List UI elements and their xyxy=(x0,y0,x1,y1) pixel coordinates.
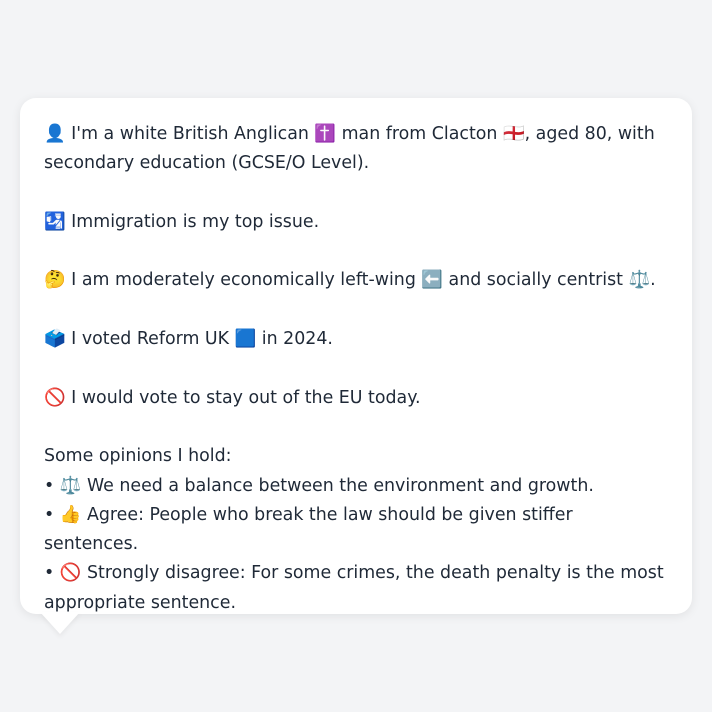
opinion-item: • ⚖️ We need a balance between the envir… xyxy=(44,475,594,496)
past-vote-text: 🗳️ I voted Reform UK 🟦 in 2024. xyxy=(44,329,333,350)
opinions-heading: Some opinions I hold: xyxy=(44,446,232,467)
ideology-text: 🤔 I am moderately economically left-wing… xyxy=(44,270,656,291)
opinion-item: • 🚫 Strongly disagree: For some crimes, … xyxy=(44,563,664,613)
top-issue-text: 🛂 Immigration is my top issue. xyxy=(44,211,320,232)
persona-message-bubble: 👤 I'm a white British Anglican ✝️ man fr… xyxy=(20,98,692,614)
opinion-item: • 👍 Agree: People who break the law shou… xyxy=(44,504,573,555)
eu-stance-text: 🚫 I would vote to stay out of the EU tod… xyxy=(44,387,421,408)
bubble-tail xyxy=(40,612,80,634)
opinions-section: Some opinions I hold: • ⚖️ We need a bal… xyxy=(44,442,668,618)
identity-text: 👤 I'm a white British Anglican ✝️ man fr… xyxy=(44,124,655,174)
